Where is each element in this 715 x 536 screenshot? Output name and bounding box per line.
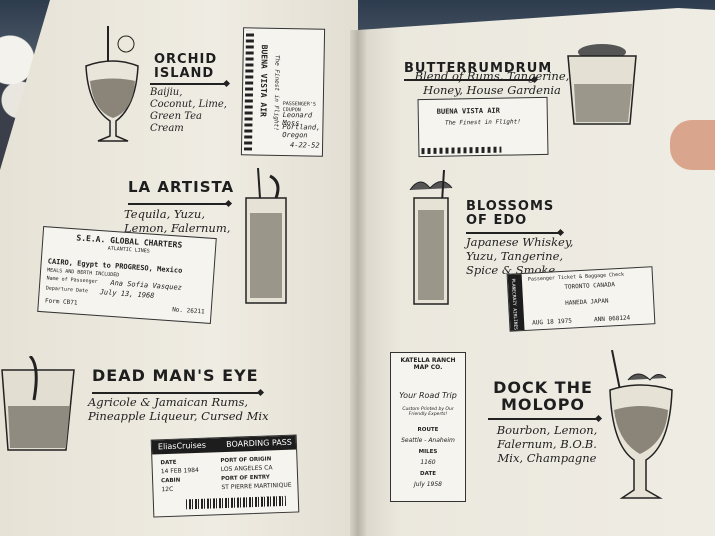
dock-glass-illustration (609, 350, 673, 499)
dock-desc: Bourbon, Lemon, Falernum, B.O.B. Mix, Ch… (496, 423, 598, 465)
la-artista-glass-illustration (245, 168, 287, 304)
boarding-date: 14 FEB 1984 (160, 466, 199, 476)
dock-rule (488, 418, 598, 420)
thumb (670, 120, 715, 170)
blossoms-glass-illustration (409, 170, 453, 305)
right-page: BUTTERRUMDRUM Blend of Rums, Tangerine, … (358, 8, 715, 536)
katella-title: Your Road Trip (399, 391, 457, 400)
dead-man-rule (92, 392, 260, 394)
katella-header: KATELLA RANCH MAP CO. (400, 357, 456, 371)
la-artista-title: LA ARTISTA (128, 178, 235, 196)
sea-form: Form CB71 (44, 297, 78, 307)
katella-miles-label: MILES (418, 449, 438, 455)
blossoms-title: BLOSSOMS OF EDO (466, 199, 555, 228)
boarding-cabin: 12C (161, 485, 174, 494)
sea-charters-ticket: S.E.A. GLOBAL CHARTERS ATLANTIC LINES CA… (37, 226, 217, 324)
barcode (185, 495, 287, 510)
book-gutter (350, 30, 366, 536)
katella-route: Seattle - Anaheim (401, 437, 455, 444)
planecrazy-date: AUG 18 1975 (532, 317, 573, 327)
boarding-brand: EliasCruises (157, 440, 207, 452)
dock-title: DOCK THE MOLOPO (493, 378, 593, 414)
orchid-desc: Baijiu, Coconut, Lime, Green Tea Cream (150, 87, 227, 134)
bva-date: 4-22-52 (290, 141, 320, 150)
left-page: ORCHID ISLAND Baijiu, Coconut, Lime, Gre… (0, 0, 358, 536)
boarding-entry-label: PORT OF ENTRY (221, 474, 270, 483)
bva-small-airline: BUENA VISTA AIR (436, 106, 501, 116)
boarding-origin: LOS ANGELES CA (220, 464, 273, 474)
sea-date: July 13, 1968 (99, 288, 155, 300)
planecrazy-dep: TORONTO CANADA (564, 281, 616, 291)
katella-date-label: DATE (420, 471, 436, 477)
planecrazy-arr: HANEDA JAPAN (565, 297, 609, 307)
bva-airline: BUENA VISTA AIR (258, 44, 269, 117)
bva-tag: The Finest in Flight! (272, 54, 281, 131)
dead-man-glass-illustration (1, 356, 75, 451)
bva-small-tag: The Finest in Flight! (444, 118, 521, 127)
boarding-cabin-label: CABIN (161, 477, 181, 485)
sea-date-label: Departure Date (45, 285, 89, 295)
boarding-origin-label: PORT OF ORIGIN (220, 456, 272, 465)
katella-miles: 1160 (420, 459, 436, 466)
sea-no: No. 26211 (171, 306, 205, 316)
boarding-entry: ST PIERRE MARTINIQUE (221, 481, 292, 492)
orchid-glass-illustration (85, 26, 139, 142)
katella-date: July 1958 (414, 481, 442, 488)
katella-route-label: ROUTE (417, 427, 439, 433)
boarding-pass-ticket: EliasCruises BOARDING PASS DATE 14 FEB 1… (150, 434, 300, 518)
orchid-rule (150, 83, 226, 85)
planecrazy-no: ANN 068124 (593, 314, 631, 324)
butter-glass-illustration (567, 44, 637, 125)
bva-small-ticket: BUENA VISTA AIR The Finest in Flight! (417, 96, 549, 158)
dead-man-desc: Agricole & Jamaican Rums, Pineapple Liqu… (88, 395, 269, 423)
blossoms-rule (466, 232, 560, 234)
planecrazy-ticket: PLANECRAZY AIRLINES Passenger Ticket & B… (506, 266, 656, 332)
la-artista-rule (128, 203, 228, 205)
sea-passenger-label: Name of Passenger (46, 275, 98, 285)
bva-city: Portland, Oregon (282, 122, 321, 140)
boarding-date-label: DATE (160, 459, 177, 467)
katella-map-ticket: KATELLA RANCH MAP CO. Your Road Trip Cus… (390, 352, 466, 502)
orchid-title: ORCHID ISLAND (154, 52, 218, 81)
katella-sub: Custom Printed by Our Friendly Experts! (402, 407, 454, 417)
bva-coupon-ticket: BUENA VISTA AIR The Finest in Flight! PA… (240, 27, 326, 157)
dead-man-title: DEAD MAN'S EYE (92, 366, 259, 385)
